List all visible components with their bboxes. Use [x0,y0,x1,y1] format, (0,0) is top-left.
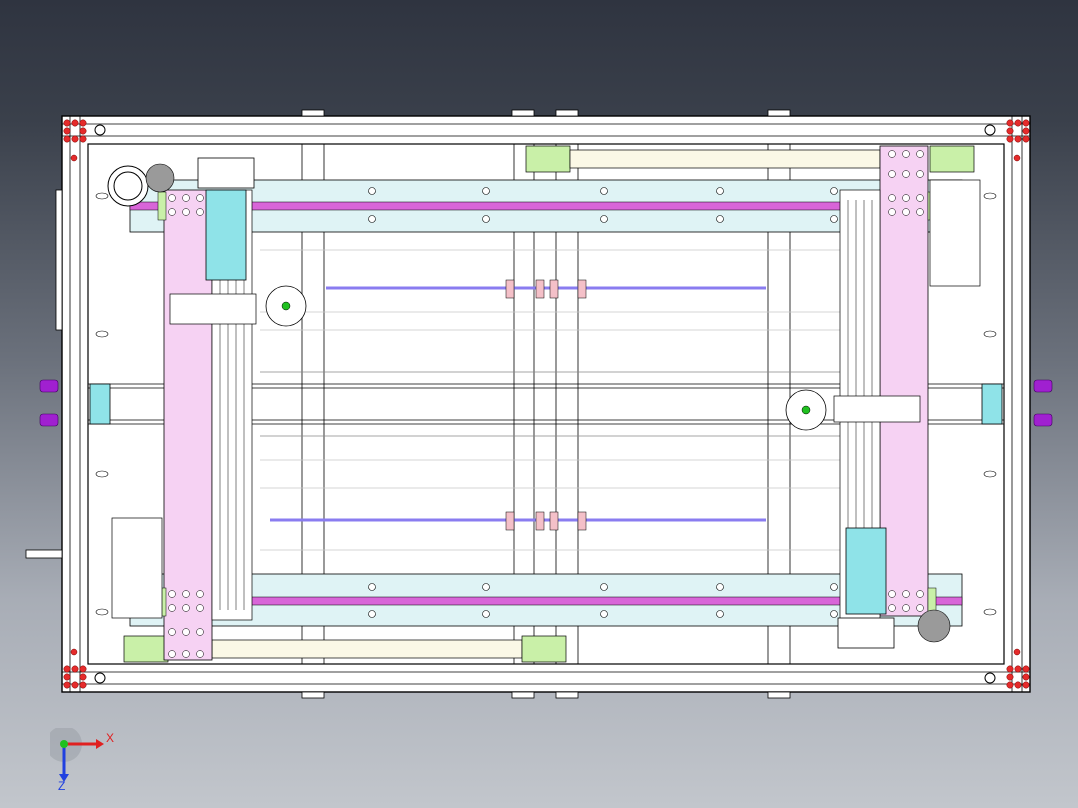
x-axis-label: X [106,731,114,745]
left-pulley [265,285,307,327]
graphics-viewport[interactable] [0,0,1078,808]
top-rail[interactable] [129,179,963,233]
right-pulley [785,389,827,431]
z-axis-label: Z [58,779,65,793]
bottom-rail[interactable] [129,573,963,627]
origin-marker [60,740,68,748]
orientation-triad[interactable]: X Z [50,728,120,798]
